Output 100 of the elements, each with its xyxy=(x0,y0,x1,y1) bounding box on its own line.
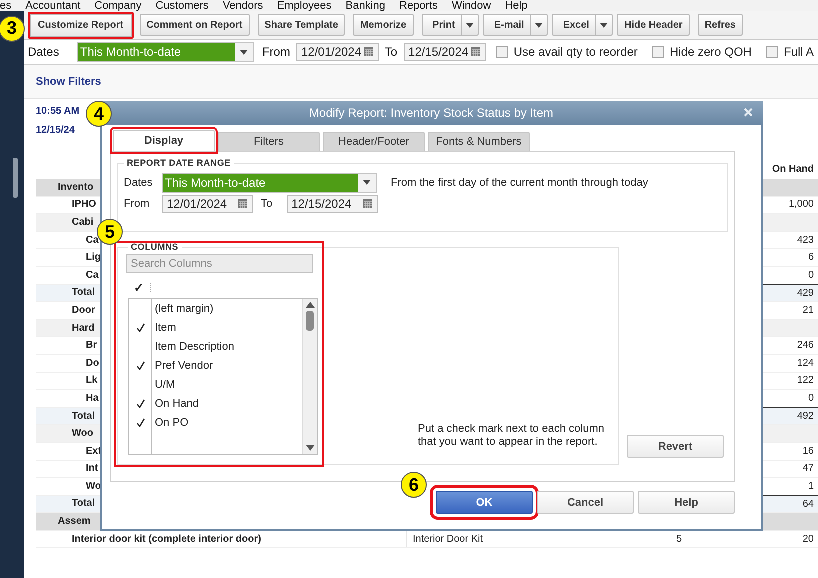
table-cell-text: 47 xyxy=(802,462,815,476)
list-item[interactable]: Pref Vendor xyxy=(152,360,214,372)
dates-label: Dates xyxy=(124,176,154,188)
row-label: Interior door kit (complete interior door) xyxy=(72,534,262,545)
column-header[interactable]: ✓ xyxy=(134,281,144,295)
search-field[interactable]: Search Columns xyxy=(126,254,313,273)
to-label: To xyxy=(261,198,273,210)
caret-icon xyxy=(363,180,371,185)
from-label: From xyxy=(124,198,151,210)
list-item[interactable]: U/M xyxy=(152,378,176,390)
row-label: Do xyxy=(86,358,100,369)
row-label: Total xyxy=(72,287,96,298)
toolbar-button[interactable]: Hide Header xyxy=(617,14,690,36)
group-title: COLUMNS xyxy=(130,242,180,252)
split-button[interactable]: Print xyxy=(422,14,480,36)
split-button[interactable]: E-mail xyxy=(483,14,548,36)
toolbar-button[interactable]: Share Template xyxy=(258,14,346,36)
hint-text: Put a check mark next to each column that you want to appear in the report. xyxy=(418,423,606,449)
revert-button[interactable]: Revert xyxy=(627,435,724,458)
calendar-icon[interactable] xyxy=(362,198,373,208)
checkbox-label: Hide zero QOH xyxy=(670,45,752,59)
date-field[interactable]: 12/15/2024 xyxy=(404,43,486,61)
row-label: Invento xyxy=(58,182,94,193)
menu-item[interactable]: Window xyxy=(452,2,492,11)
row-label: Total xyxy=(72,498,96,510)
checkbox[interactable] xyxy=(496,46,508,58)
table-cell-text: 20 xyxy=(802,532,815,547)
row-label: IPHO xyxy=(72,199,96,210)
toolbar-button[interactable]: Memorize xyxy=(353,14,414,36)
table-cell-text: 5 xyxy=(675,532,683,547)
dialog-button[interactable]: Cancel xyxy=(537,491,634,514)
menu-item[interactable]: Accountant xyxy=(26,2,81,11)
date-field[interactable]: 12/01/2024 xyxy=(296,43,379,61)
dialog-button[interactable]: Help xyxy=(638,491,735,514)
to-label: To xyxy=(384,45,398,59)
callout-badge: 6 xyxy=(401,472,427,498)
tab[interactable]: Header/Footer xyxy=(323,132,425,151)
menu-item[interactable]: Help xyxy=(505,2,528,11)
toolbar-button[interactable]: Comment on Report xyxy=(140,14,250,36)
row-label: Woo xyxy=(72,428,94,440)
group-title: REPORT DATE RANGE xyxy=(126,158,232,168)
menu-item[interactable]: Vendors xyxy=(222,2,264,11)
row-label: Br xyxy=(86,340,98,352)
dates-label: Dates xyxy=(28,45,60,59)
caret-icon xyxy=(240,50,248,54)
row-label: Assem xyxy=(58,516,91,528)
menu-item[interactable]: Reports xyxy=(400,2,438,11)
table-cell-text: 21 xyxy=(802,304,815,318)
dialog-title: Modify Report: Inventory Stock Status by Item xyxy=(309,106,554,120)
table-cell-text: 246 xyxy=(796,339,815,354)
menu-item[interactable]: Banking xyxy=(346,2,386,11)
list-item[interactable]: Item Description xyxy=(152,340,234,352)
row-label: Hard xyxy=(72,322,95,334)
scrollbar-thumb[interactable] xyxy=(306,311,314,331)
row-label: Ca xyxy=(86,234,99,246)
checkmark-icon xyxy=(136,322,146,332)
table-cell-text: 423 xyxy=(796,234,815,248)
calendar-icon[interactable] xyxy=(364,47,374,57)
table-cell-text: 124 xyxy=(796,356,815,371)
checkbox[interactable] xyxy=(766,46,778,58)
calendar-icon[interactable] xyxy=(470,47,481,57)
table-cell-text: 1,000 xyxy=(788,198,815,212)
checkbox[interactable] xyxy=(652,46,664,58)
scrollbar-thumb[interactable] xyxy=(13,158,18,198)
tab[interactable]: Display xyxy=(113,130,215,151)
list-item[interactable]: (left margin) xyxy=(152,302,214,314)
callout-badge: 4 xyxy=(86,101,112,127)
report-time: 10:55 AM xyxy=(36,106,80,117)
menu-item[interactable]: Customers xyxy=(156,2,209,11)
table-cell-text: 16 xyxy=(802,444,815,459)
show-filters-link[interactable]: Show Filters xyxy=(36,76,102,88)
date-field[interactable]: 12/01/2024 xyxy=(162,194,253,212)
tab[interactable]: Filters xyxy=(218,132,320,151)
menu-item[interactable]: Company xyxy=(94,2,142,11)
menu-item[interactable]: Employees xyxy=(277,2,332,11)
toolbar-button[interactable]: Customize Report xyxy=(28,12,134,38)
list-item[interactable]: On Hand xyxy=(152,398,200,410)
scrollbar[interactable] xyxy=(302,299,317,454)
checkmark-icon xyxy=(136,360,146,370)
row-label: Cabi xyxy=(72,216,94,228)
close-icon[interactable] xyxy=(744,108,753,117)
split-button[interactable]: Excel xyxy=(552,14,614,36)
table-cell-text: 1 xyxy=(807,480,815,494)
tab[interactable]: Fonts & Numbers xyxy=(428,132,530,151)
menu-item[interactable]: es xyxy=(0,2,12,11)
from-label: From xyxy=(262,45,290,59)
date-field[interactable]: 12/15/2024 xyxy=(286,194,378,212)
list-item[interactable]: Item xyxy=(152,322,176,334)
table-cell-text: 0 xyxy=(807,392,815,406)
row-label: Lk xyxy=(86,375,98,386)
row-label: Door xyxy=(72,304,96,316)
row-label: Ha xyxy=(86,392,99,404)
toolbar-button[interactable]: Refres xyxy=(698,14,743,36)
row-label: Total xyxy=(72,410,96,422)
row-label: Int xyxy=(86,463,98,474)
list-item[interactable]: On PO xyxy=(152,416,189,428)
table-cell-text: 6 xyxy=(807,251,815,266)
calendar-icon[interactable] xyxy=(238,198,248,208)
date-range-description: From the first day of the current month through today xyxy=(391,176,648,188)
report-date: 12/15/24 xyxy=(36,125,75,136)
